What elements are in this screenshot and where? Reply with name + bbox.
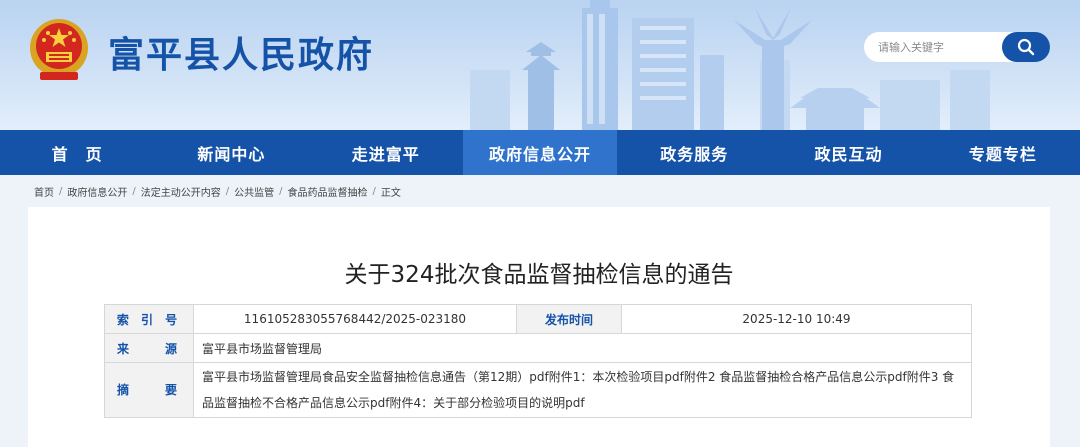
breadcrumb-separator: /: [372, 185, 376, 197]
summary-value: 富平县市场监督管理局食品安全监督抽检信息通告（第12期）pdf附件1：本次检验项…: [193, 362, 972, 418]
site-title[interactable]: 富平县人民政府: [108, 26, 374, 78]
article-title: 关于324批次食品监督抽检信息的通告: [344, 262, 734, 288]
national-emblem-icon: [30, 19, 88, 80]
summary-label: 摘 要: [104, 362, 194, 418]
breadcrumb-public-supervision[interactable]: 公共监管: [234, 184, 274, 199]
site-header: 富平县人民政府: [0, 0, 1080, 130]
breadcrumb-current: 正文: [380, 187, 401, 199]
breadcrumb-separator: /: [132, 185, 136, 197]
breadcrumb-separator: /: [59, 185, 63, 197]
breadcrumb-gov-info[interactable]: 政府信息公开: [67, 184, 127, 199]
nav-item-services[interactable]: 政务服务: [617, 130, 771, 175]
search-input[interactable]: [878, 38, 988, 56]
nav-item-topics[interactable]: 专题专栏: [926, 130, 1080, 175]
article-info-table: 索 引 号 116105283055768442/2025-023180 发布时…: [104, 304, 972, 418]
search-icon: [1017, 38, 1035, 56]
index-label: 索 引 号: [104, 304, 194, 334]
date-value: 2025-12-10 10:49: [621, 304, 972, 334]
table-row: 摘 要 富平县市场监督管理局食品安全监督抽检信息通告（第12期）pdf附件1：本…: [104, 362, 972, 418]
nav-item-interaction[interactable]: 政民互动: [771, 130, 925, 175]
article-panel: 关于324批次食品监督抽检信息的通告 索 引 号 116105283055768…: [28, 207, 1050, 447]
index-value: 116105283055768442/2025-023180: [193, 304, 517, 334]
search-button[interactable]: [1002, 32, 1050, 62]
nav-item-home[interactable]: 首 页: [0, 130, 154, 175]
date-label: 发布时间: [516, 304, 622, 334]
breadcrumb-separator: /: [279, 185, 283, 197]
search-box: [864, 32, 1050, 62]
table-row: 来 源 富平县市场监督管理局: [104, 333, 972, 363]
breadcrumb: 首页 / 政府信息公开 / 法定主动公开内容 / 公共监管 / 食品药品监督抽检…: [34, 184, 401, 199]
breadcrumb-food-drug[interactable]: 食品药品监督抽检: [288, 184, 368, 199]
nav-item-gov-info[interactable]: 政府信息公开: [462, 130, 618, 175]
breadcrumb-home[interactable]: 首页: [34, 184, 54, 199]
nav-item-about[interactable]: 走进富平: [309, 130, 463, 175]
table-row: 索 引 号 116105283055768442/2025-023180 发布时…: [104, 304, 972, 334]
breadcrumb-statutory[interactable]: 法定主动公开内容: [141, 184, 221, 199]
breadcrumb-separator: /: [225, 185, 230, 197]
source-value: 富平县市场监督管理局: [193, 333, 972, 363]
source-label: 来 源: [104, 333, 194, 363]
nav-item-news[interactable]: 新闻中心: [154, 130, 308, 175]
main-nav: 首 页 新闻中心 走进富平 政府信息公开 政务服务 政民互动 专题专栏: [0, 130, 1080, 175]
